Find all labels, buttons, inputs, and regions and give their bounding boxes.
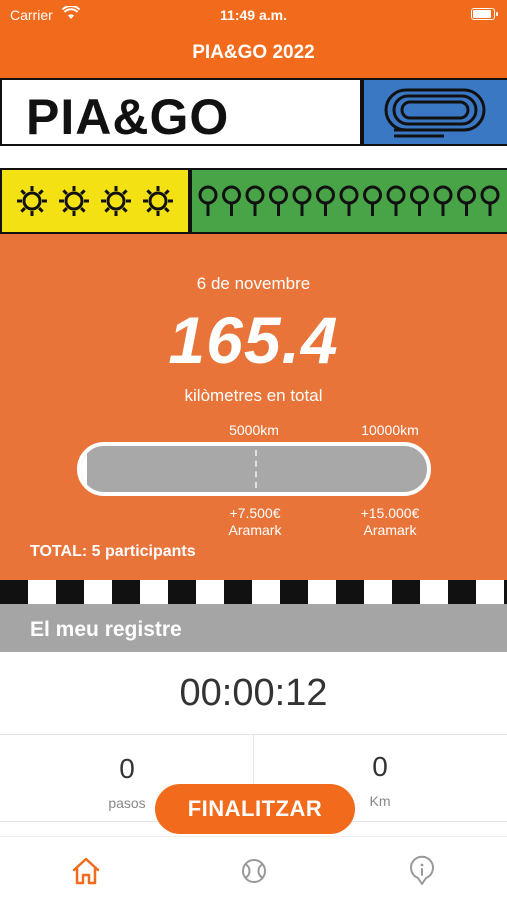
km-value: 0 bbox=[372, 751, 388, 782]
tree-icon bbox=[222, 185, 241, 216]
steps-value: 0 bbox=[119, 753, 135, 784]
tree-strip bbox=[192, 170, 507, 232]
tree-icon bbox=[410, 185, 429, 216]
my-record-header: El meu registre bbox=[0, 604, 507, 652]
finish-button[interactable]: FINALITZAR bbox=[155, 784, 355, 834]
tree-icon bbox=[198, 185, 218, 216]
reward-1-sponsor: Aramark bbox=[228, 522, 282, 538]
clock: 11:49 a.m. bbox=[220, 7, 287, 23]
tree-icon bbox=[269, 185, 288, 216]
checker-square bbox=[224, 580, 252, 604]
tree-icon bbox=[363, 185, 382, 216]
checker-square bbox=[168, 580, 196, 604]
checker-square bbox=[448, 580, 476, 604]
tab-home[interactable] bbox=[66, 851, 106, 891]
sun-icon bbox=[143, 186, 173, 216]
checker-square bbox=[392, 580, 420, 604]
battery-icon bbox=[471, 8, 498, 20]
tab-bar bbox=[0, 836, 507, 900]
sun-icon bbox=[17, 186, 47, 216]
info-icon bbox=[410, 855, 434, 885]
checkered-strip bbox=[0, 580, 507, 604]
tree-icon bbox=[457, 185, 476, 216]
tab-activity[interactable] bbox=[234, 851, 274, 891]
progress-bar-midpoint bbox=[255, 450, 257, 488]
sun-icon bbox=[59, 186, 89, 216]
reward-2: +15.000€ Aramark bbox=[335, 505, 445, 539]
goal-10000-label: 10000km bbox=[361, 422, 419, 438]
tree-icon bbox=[386, 185, 406, 216]
logo-box: PIA&GO bbox=[2, 80, 360, 145]
progress-bar-fill bbox=[81, 446, 87, 492]
my-record-title: El meu registre bbox=[30, 618, 182, 641]
checker-square bbox=[280, 580, 308, 604]
reward-1: +7.500€ Aramark bbox=[200, 505, 310, 539]
tree-icon bbox=[480, 185, 500, 216]
goal-5000-label: 5000km bbox=[229, 422, 279, 438]
progress-bar bbox=[77, 442, 431, 496]
checker-square bbox=[112, 580, 140, 604]
total-km: 165.4 bbox=[168, 303, 339, 377]
tennis-ball-icon bbox=[242, 859, 266, 883]
tree-icon bbox=[316, 185, 335, 216]
sun-icon bbox=[101, 186, 131, 216]
checker-square bbox=[336, 580, 364, 604]
tree-icon bbox=[292, 185, 312, 216]
event-logo: PIA&GO bbox=[26, 89, 230, 145]
sun-strip bbox=[2, 170, 188, 232]
event-banner: PIA&GO bbox=[0, 78, 507, 234]
banner-divider bbox=[0, 144, 507, 170]
tree-icon bbox=[339, 185, 359, 216]
tree-icon bbox=[245, 185, 265, 216]
reward-1-amount: +7.500€ bbox=[229, 505, 281, 521]
running-track-icon bbox=[384, 88, 486, 138]
tab-info[interactable] bbox=[402, 851, 442, 891]
activity-timer: 00:00:12 bbox=[179, 672, 328, 714]
home-icon bbox=[72, 857, 100, 885]
page-title: PIA&GO 2022 bbox=[192, 42, 315, 63]
progress-date: 6 de novembre bbox=[196, 274, 311, 293]
participants-total: TOTAL: 5 participants bbox=[30, 543, 196, 560]
progress-panel: 6 de novembre 165.4 kilòmetres en total … bbox=[0, 234, 507, 580]
status-bar: Carrier 11:49 a.m. bbox=[0, 0, 507, 30]
checker-square bbox=[56, 580, 84, 604]
nav-bar: PIA&GO 2022 bbox=[0, 30, 507, 78]
checker-square bbox=[0, 580, 28, 604]
total-km-label: kilòmetres en total bbox=[184, 386, 323, 405]
tree-icon bbox=[433, 185, 453, 216]
track-box bbox=[364, 80, 507, 144]
reward-2-sponsor: Aramark bbox=[363, 522, 417, 538]
reward-2-amount: +15.000€ bbox=[360, 505, 420, 521]
